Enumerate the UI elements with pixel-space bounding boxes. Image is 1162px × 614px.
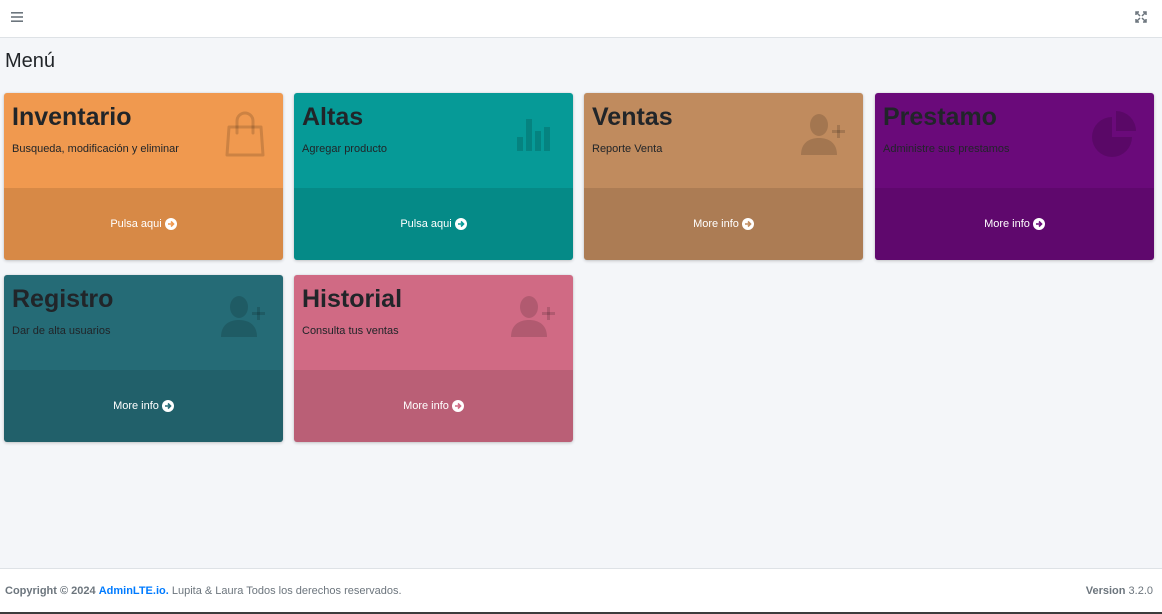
box-inner: Altas Agregar producto <box>294 93 573 188</box>
box-footer-label: More info <box>984 218 1030 230</box>
box-inner: Inventario Busqueda, modificación y elim… <box>4 93 283 188</box>
box-subtitle: Dar de alta usuarios <box>12 325 111 337</box>
box-title: Historial <box>302 285 403 313</box>
box-footer-link[interactable]: Pulsa aqui <box>4 188 283 260</box>
small-box-prestamo: Prestamo Administre sus prestamos More i… <box>875 93 1154 260</box>
expand-arrows-icon[interactable] <box>1132 9 1150 25</box>
box-title: Ventas <box>592 103 673 131</box>
shopping-bag-icon <box>219 107 271 159</box>
copyright-label: Copyright © 2024 <box>5 585 96 597</box>
box-footer-link[interactable]: More info <box>584 188 863 260</box>
page-title: Menú <box>5 50 56 72</box>
bar-chart-icon <box>509 107 561 159</box>
arrow-circle-right-icon <box>454 218 467 230</box>
box-footer-link[interactable]: More info <box>4 370 283 442</box>
small-box-inventario: Inventario Busqueda, modificación y elim… <box>4 93 283 260</box>
arrow-circle-right-icon <box>451 400 464 412</box>
top-navbar <box>0 0 1162 38</box>
user-plus-icon <box>509 289 561 341</box>
box-subtitle: Reporte Venta <box>592 143 663 155</box>
main-footer: Copyright © 2024 AdminLTE.io. Lupita & L… <box>0 568 1162 612</box>
box-title: Prestamo <box>883 103 997 131</box>
small-box-ventas: Ventas Reporte Venta More info <box>584 93 863 260</box>
box-footer-label: Pulsa aqui <box>110 218 162 230</box>
pie-chart-icon <box>1090 107 1142 159</box>
arrow-circle-right-icon <box>161 400 174 412</box>
arrow-circle-right-icon <box>1032 218 1045 230</box>
box-subtitle: Consulta tus ventas <box>302 325 399 337</box>
box-footer-label: More info <box>693 218 739 230</box>
box-footer-link[interactable]: More info <box>294 370 573 442</box>
box-subtitle: Busqueda, modificación y eliminar <box>12 143 179 155</box>
arrow-circle-right-icon <box>741 218 754 230</box>
brand-link[interactable]: AdminLTE.io. <box>99 585 169 597</box>
box-footer-label: Pulsa aqui <box>400 218 452 230</box>
box-title: Registro <box>12 285 114 313</box>
box-title: Inventario <box>12 103 132 131</box>
box-inner: Historial Consulta tus ventas <box>294 275 573 370</box>
box-title: Altas <box>302 103 364 131</box>
box-footer-label: More info <box>113 400 159 412</box>
version-number: 3.2.0 <box>1128 585 1153 597</box>
box-footer-label: More info <box>403 400 449 412</box>
box-subtitle: Administre sus prestamos <box>883 143 1010 155</box>
small-box-registro: Registro Dar de alta usuarios More info <box>4 275 283 442</box>
footer-version: Version 3.2.0 <box>1086 585 1153 597</box>
box-inner: Ventas Reporte Venta <box>584 93 863 188</box>
bars-icon[interactable] <box>8 9 26 25</box>
version-label: Version <box>1085 585 1126 597</box>
box-footer-link[interactable]: Pulsa aqui <box>294 188 573 260</box>
footer-copyright: Copyright © 2024 AdminLTE.io. Lupita & L… <box>5 585 402 597</box>
small-box-altas: Altas Agregar producto Pulsa aqui <box>294 93 573 260</box>
box-footer-link[interactable]: More info <box>875 188 1154 260</box>
arrow-circle-right-icon <box>164 218 177 230</box>
user-plus-icon <box>219 289 271 341</box>
user-plus-icon <box>799 107 851 159</box>
box-subtitle: Agregar producto <box>302 143 387 155</box>
box-inner: Registro Dar de alta usuarios <box>4 275 283 370</box>
footer-text: Lupita & Laura Todos los derechos reserv… <box>171 585 402 597</box>
small-box-historial: Historial Consulta tus ventas More info <box>294 275 573 442</box>
box-inner: Prestamo Administre sus prestamos <box>875 93 1154 188</box>
